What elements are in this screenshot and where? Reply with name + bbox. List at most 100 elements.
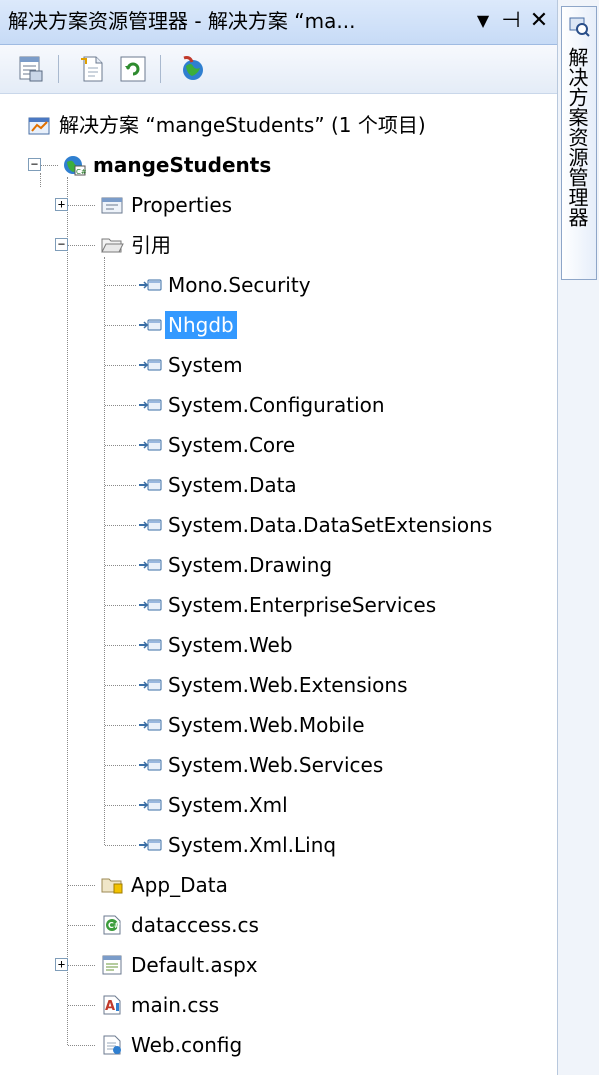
tree-node-label: App_Data — [131, 873, 228, 897]
window-position-dropdown-icon[interactable]: ▼ — [470, 6, 496, 36]
tree-node-label: 引用 — [131, 233, 171, 257]
tree-node-reference[interactable]: System.Web.Mobile — [0, 705, 557, 745]
svg-text:A: A — [105, 999, 115, 1014]
app-data-folder-icon — [100, 874, 124, 896]
solution-explorer-icon — [569, 17, 590, 37]
tree-node-reference[interactable]: System.Core — [0, 425, 557, 465]
window-title: 解决方案资源管理器 - 解决方案 “ma... — [8, 9, 356, 33]
tree-branch-line — [105, 325, 136, 326]
tree-node-reference[interactable]: System.Web — [0, 625, 557, 665]
tree-node-label: System.Data.DataSetExtensions — [168, 513, 493, 537]
tree-branch-line — [41, 165, 58, 166]
tree-node-reference[interactable]: System.Xml — [0, 785, 557, 825]
svg-text:C#: C# — [76, 168, 86, 176]
tree-node-reference[interactable]: System.Data.DataSetExtensions — [0, 505, 557, 545]
show-all-files-icon[interactable] — [78, 54, 108, 84]
tree-node-solution[interactable]: 解决方案 “mangeStudents” (1 个项目) — [0, 105, 557, 145]
tree-node-label: Web.config — [131, 1033, 243, 1057]
auto-hide-sidebar: 解决方案资源管理器 — [557, 0, 599, 1075]
auto-hide-pin-icon[interactable]: ⊣ — [498, 6, 524, 36]
tree-branch-line — [105, 765, 136, 766]
solution-tree: 解决方案 “mangeStudents” (1 个项目) − C# mangeStud… — [0, 93, 557, 1075]
tree-branch-line — [105, 405, 136, 406]
tree-node-reference[interactable]: System.Web.Services — [0, 745, 557, 785]
tree-node-label: System.Web.Mobile — [168, 713, 365, 737]
tree-node-properties[interactable]: + Properties — [0, 185, 557, 225]
solution-explorer-panel: 解决方案资源管理器 - 解决方案 “ma... ▼ ⊣ ✕ 解决方案 “mang… — [0, 0, 557, 1075]
tree-node-label: System.Xml — [168, 793, 288, 817]
assembly-reference-icon — [138, 714, 162, 736]
tree-node-label: System.Web.Services — [168, 753, 384, 777]
tree-node-file[interactable]: Amain.css — [0, 985, 557, 1025]
view-class-diagram-icon[interactable] — [178, 54, 208, 84]
tree-node-reference[interactable]: System.EnterpriseServices — [0, 585, 557, 625]
solution-explorer-side-tab[interactable]: 解决方案资源管理器 — [561, 6, 597, 280]
tree-node-label: System.Web.Extensions — [168, 673, 408, 697]
tree-node-file[interactable]: C# dataccess.cs — [0, 905, 557, 945]
close-icon[interactable]: ✕ — [526, 6, 552, 36]
aspx-page-icon — [100, 954, 124, 976]
tree-node-label: System.Configuration — [168, 393, 385, 417]
tree-node-reference[interactable]: System.Configuration — [0, 385, 557, 425]
assembly-reference-icon — [138, 674, 162, 696]
tree-node-label: Mono.Security — [168, 273, 311, 297]
tree-branch-line — [68, 205, 95, 206]
tree-node-reference[interactable]: System.Data — [0, 465, 557, 505]
css-file-icon: A — [100, 994, 124, 1016]
tree-node-file[interactable]: App_Data — [0, 865, 557, 905]
tree-node-references[interactable]: − 引用 — [0, 225, 557, 265]
tree-branch-line — [105, 725, 136, 726]
tree-node-label: System.Xml.Linq — [168, 833, 337, 857]
tree-node-label: System.Drawing — [168, 553, 333, 577]
tree-branch-line — [68, 885, 95, 886]
assembly-reference-icon — [138, 594, 162, 616]
expand-icon[interactable]: + — [55, 198, 68, 211]
tree-branch-line — [105, 365, 136, 366]
assembly-reference-icon — [138, 754, 162, 776]
csharp-file-icon: C# — [100, 914, 124, 936]
tree-node-label: System.EnterpriseServices — [168, 593, 437, 617]
assembly-reference-icon — [138, 314, 162, 336]
tree-branch-line — [105, 605, 136, 606]
tree-node-label: Default.aspx — [131, 953, 258, 977]
tree-branch-line — [105, 645, 136, 646]
tree-branch-line — [68, 1005, 95, 1006]
tree-node-reference[interactable]: Nhgdb — [0, 305, 557, 345]
tree-node-label: Nhgdb — [165, 311, 237, 339]
title-bar: 解决方案资源管理器 - 解决方案 “ma... ▼ ⊣ ✕ — [0, 0, 557, 45]
toolbar-separator — [58, 55, 59, 83]
tree-node-label: System.Data — [168, 473, 297, 497]
assembly-reference-icon — [138, 474, 162, 496]
svg-text:C#: C# — [108, 921, 121, 930]
assembly-reference-icon — [138, 634, 162, 656]
tree-node-reference[interactable]: System — [0, 345, 557, 385]
expand-icon[interactable]: + — [55, 958, 68, 971]
collapse-icon[interactable]: − — [55, 238, 68, 251]
tree-branch-line — [105, 845, 136, 846]
tree-branch-line — [68, 245, 95, 246]
tree-node-label: main.css — [131, 993, 220, 1017]
tree-branch-line — [105, 525, 136, 526]
side-tab-label: 解决方案资源管理器 — [565, 47, 589, 227]
tree-branch-line — [105, 805, 136, 806]
open-folder-icon — [100, 234, 124, 256]
tree-node-file[interactable]: + Default.aspx — [0, 945, 557, 985]
tree-node-file[interactable]: Web.config — [0, 1025, 557, 1065]
tree-node-reference[interactable]: System.Xml.Linq — [0, 825, 557, 865]
refresh-icon[interactable] — [118, 54, 148, 84]
tree-node-project[interactable]: − C# mangeStudents — [0, 145, 557, 185]
tree-branch-line — [68, 925, 95, 926]
tree-branch-line — [105, 485, 136, 486]
tree-node-label: System — [168, 353, 243, 377]
tree-node-reference[interactable]: System.Drawing — [0, 545, 557, 585]
config-file-icon — [100, 1034, 124, 1056]
tree-branch-line — [105, 285, 136, 286]
properties-window-icon[interactable] — [16, 54, 46, 84]
tree-node-reference[interactable]: Mono.Security — [0, 265, 557, 305]
collapse-icon[interactable]: − — [28, 158, 41, 171]
assembly-reference-icon — [138, 354, 162, 376]
tree-branch-line — [105, 445, 136, 446]
assembly-reference-icon — [138, 394, 162, 416]
properties-icon — [100, 194, 124, 216]
tree-node-reference[interactable]: System.Web.Extensions — [0, 665, 557, 705]
